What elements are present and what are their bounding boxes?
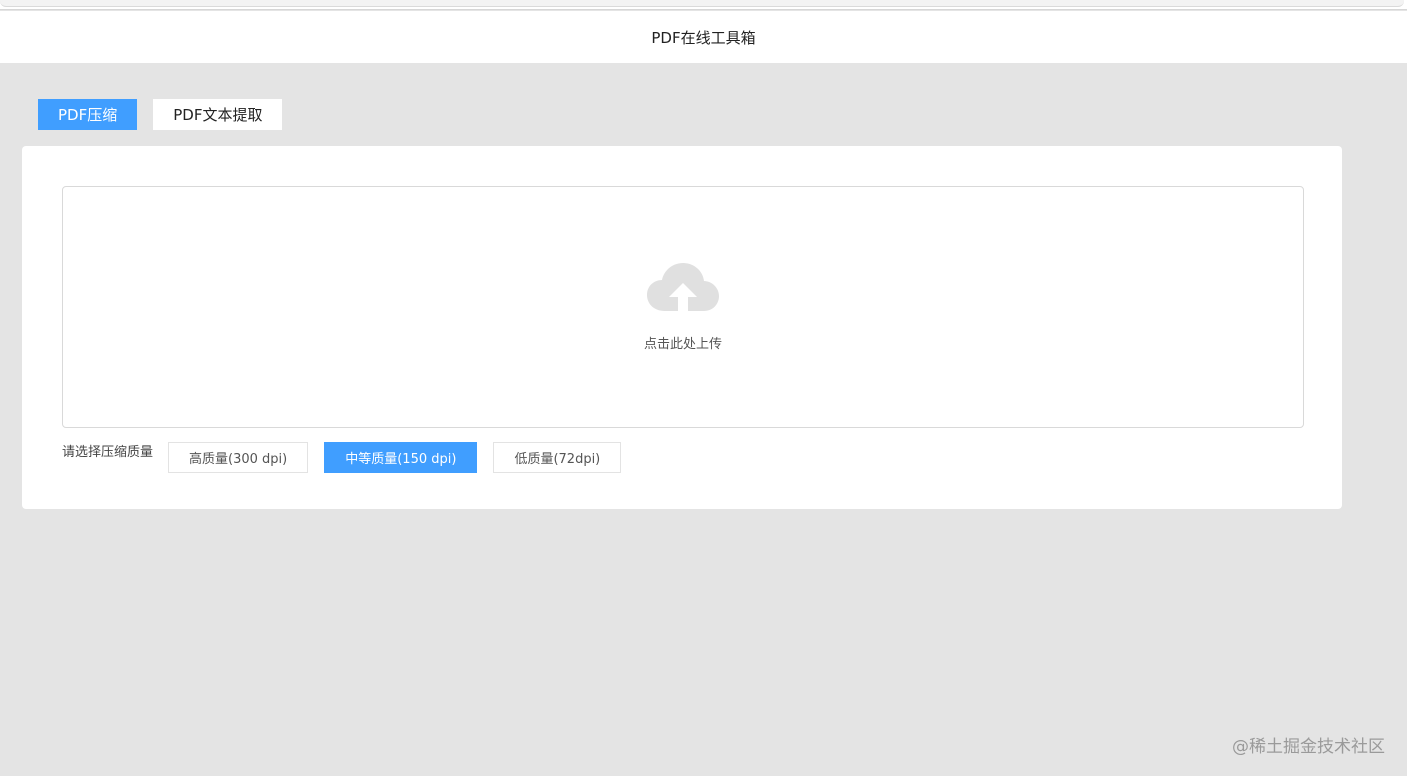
watermark: @稀土掘金技术社区	[1232, 737, 1385, 757]
tab-pdf-compress[interactable]: PDF压缩	[38, 99, 138, 130]
quality-high-button[interactable]: 高质量(300 dpi)	[168, 442, 309, 473]
quality-medium-button[interactable]: 中等质量(150 dpi)	[324, 442, 478, 473]
quality-label: 请选择压缩质量	[62, 445, 154, 460]
quality-selector: 请选择压缩质量 高质量(300 dpi) 中等质量(150 dpi) 低质量(7…	[62, 442, 637, 473]
upload-dropzone[interactable]: 点击此处上传	[62, 186, 1304, 428]
cloud-upload-icon	[647, 263, 719, 311]
page-header: PDF在线工具箱	[0, 11, 1407, 63]
tool-tabs: PDF压缩 PDF文本提取	[38, 99, 283, 130]
quality-low-button[interactable]: 低质量(72dpi)	[493, 442, 622, 473]
browser-top-strip	[0, 0, 1407, 10]
page-title: PDF在线工具箱	[651, 28, 756, 47]
compress-panel: 点击此处上传 请选择压缩质量 高质量(300 dpi) 中等质量(150 dpi…	[22, 146, 1342, 509]
top-scrollbar	[0, 0, 1404, 7]
upload-hint: 点击此处上传	[643, 337, 722, 352]
tab-pdf-text-extract[interactable]: PDF文本提取	[153, 99, 283, 130]
